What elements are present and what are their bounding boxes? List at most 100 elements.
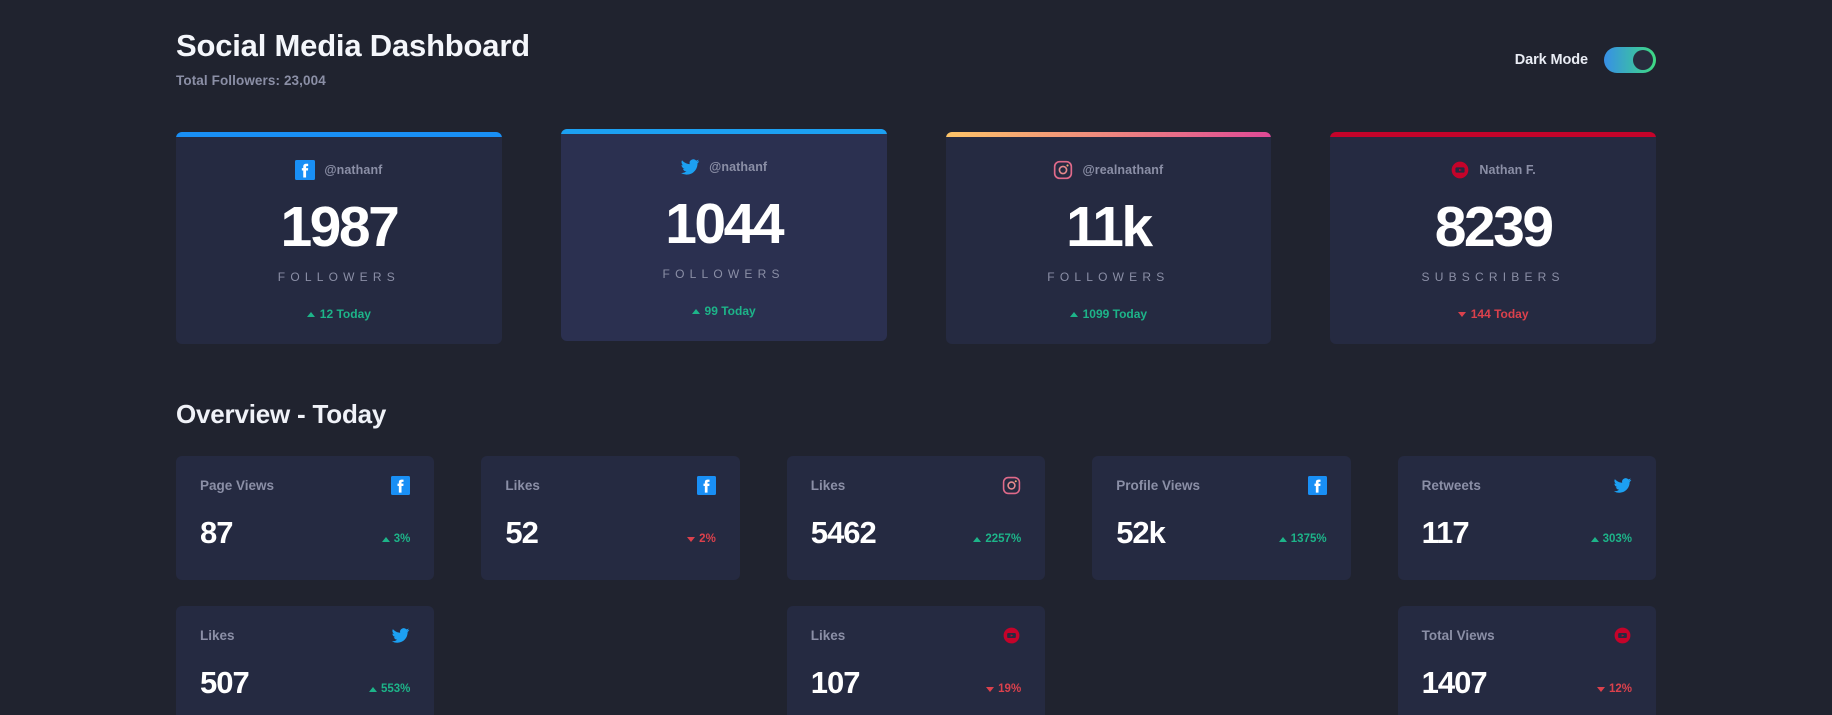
follower-count: 8239 [1434,195,1554,260]
overview-card-header: Likes [811,626,1021,645]
overview-card-label: Likes [505,478,540,494]
overview-delta-value: 303% [1602,533,1632,546]
overview-card[interactable]: Likes 507 553% [176,606,435,715]
handle-row: @nathanf [186,160,492,181]
arrow-up-icon [973,536,982,542]
facebook-icon [1307,476,1327,496]
instagram-icon [1002,476,1021,495]
overview-card-label: Profile Views [1116,478,1200,494]
account-handle: @nathanf [709,160,768,175]
follower-count: 11k [1066,195,1153,260]
overview-card-label: Likes [810,478,846,494]
overview-card-delta: 303% [1590,533,1632,548]
overview-delta-value: 3% [393,533,411,546]
dashboard-page: Social Media Dashboard Total Followers: … [0,0,1832,715]
delta-row: 99 Today [571,304,877,318]
overview-card-value: 507 [200,665,250,701]
overview-card-delta: 12% [1596,683,1632,698]
arrow-down-icon [1457,311,1466,317]
overview-card[interactable]: Page Views 87 3% [176,456,435,581]
overview-card-delta: 2257% [973,533,1021,548]
overview-card-delta: 3% [381,533,411,548]
overview-card-label: Page Views [200,478,275,494]
youtube-icon [1450,160,1470,180]
overview-card-header: Total Views [1422,626,1632,645]
facebook-icon [391,476,411,496]
overview-card-body: 507 553% [200,667,410,698]
overview-card-delta: 2% [687,533,716,548]
overview-grid: Page Views 87 3% Likes 52 2% Likes 5462 2257% Pro… [176,456,1656,715]
overview-card-value: 1407 [1421,665,1488,701]
arrow-down-icon [986,686,995,692]
overview-card-header: Retweets [1422,476,1632,495]
page-header: Social Media Dashboard Total Followers: … [176,0,1656,88]
overview-card-header: Likes [811,476,1021,495]
overview-card[interactable]: Profile Views 52k 1375% [1092,456,1351,581]
delta-value: 144 Today [1470,307,1529,322]
social-card-youtube[interactable]: Nathan F. 8239 SUBSCRIBERS 144 Today [1330,132,1656,345]
overview-card[interactable]: Likes 5462 2257% [786,456,1046,581]
overview-card-label: Retweets [1421,478,1481,494]
arrow-up-icon [691,308,700,314]
overview-card[interactable]: Total Views 1407 12% [1397,606,1656,715]
delta-row: 1099 Today [956,307,1262,321]
overview-card-value: 52k [1116,515,1166,551]
overview-card[interactable]: Likes 52 2% [481,456,740,581]
follower-count: 1987 [280,195,399,260]
twitter-icon [680,157,700,177]
social-card-facebook[interactable]: @nathanf 1987 FOLLOWERS 12 Today [176,132,502,345]
overview-card-delta: 553% [368,683,411,698]
delta-row: 12 Today [186,307,492,321]
overview-delta-value: 19% [998,683,1022,696]
handle-row: @nathanf [571,157,877,177]
overview-card-body: 107 19% [811,667,1021,698]
overview-delta-value: 553% [380,683,411,696]
overview-delta-value: 12% [1608,683,1632,696]
overview-card-label: Likes [200,628,235,644]
dark-mode-toggle[interactable] [1604,47,1656,73]
youtube-icon [1613,626,1632,645]
follower-count: 1044 [665,192,784,257]
delta-row: 144 Today [1340,307,1646,321]
dark-mode-label: Dark Mode [1514,52,1588,68]
facebook-icon [696,476,716,496]
overview-card-body: 52k 1375% [1116,517,1326,548]
delta-value: 12 Today [319,307,371,322]
arrow-up-icon [381,536,390,542]
social-cards-grid: @nathanf 1987 FOLLOWERS 12 Today @nathanf 104… [176,129,1656,345]
overview-delta-value: 2257% [985,533,1022,546]
twitter-icon [391,626,410,645]
overview-card-header: Likes [200,626,410,645]
arrow-up-icon [1278,536,1287,542]
overview-card-body: 117 303% [1422,517,1632,548]
dark-mode-control[interactable]: Dark Mode [1515,26,1656,73]
page-title: Social Media Dashboard [176,28,530,63]
instagram-icon [1053,160,1073,180]
overview-card-value: 87 [200,515,233,551]
metric-label: FOLLOWERS [662,267,785,282]
overview-card[interactable]: Retweets 117 303% [1397,456,1656,581]
title-block: Social Media Dashboard Total Followers: … [176,26,530,88]
twitter-icon [1613,476,1632,495]
social-card-twitter[interactable]: @nathanf 1044 FOLLOWERS 99 Today [560,129,887,342]
overview-card-header: Profile Views [1116,476,1327,496]
overview-card-body: 1407 12% [1422,667,1632,698]
overview-card-placeholder [1092,606,1350,715]
arrow-up-icon [1069,311,1078,317]
account-handle: @realnathanf [1082,163,1164,178]
social-card-instagram[interactable]: @realnathanf 11k FOLLOWERS 1099 Today [945,132,1272,345]
card-accent-bar [560,129,887,135]
card-accent-bar [1330,132,1656,138]
handle-row: Nathan F. [1340,160,1646,180]
youtube-icon [1002,626,1021,645]
account-handle: @nathanf [324,163,383,178]
overview-delta-value: 1375% [1290,533,1327,546]
arrow-up-icon [368,686,377,692]
overview-delta-value: 2% [699,533,716,546]
overview-card-header: Page Views [200,476,411,496]
overview-card[interactable]: Likes 107 19% [786,606,1046,715]
handle-row: @realnathanf [956,160,1262,180]
overview-card-body: 87 3% [200,517,410,548]
card-accent-bar [945,132,1272,138]
toggle-knob [1633,50,1653,70]
